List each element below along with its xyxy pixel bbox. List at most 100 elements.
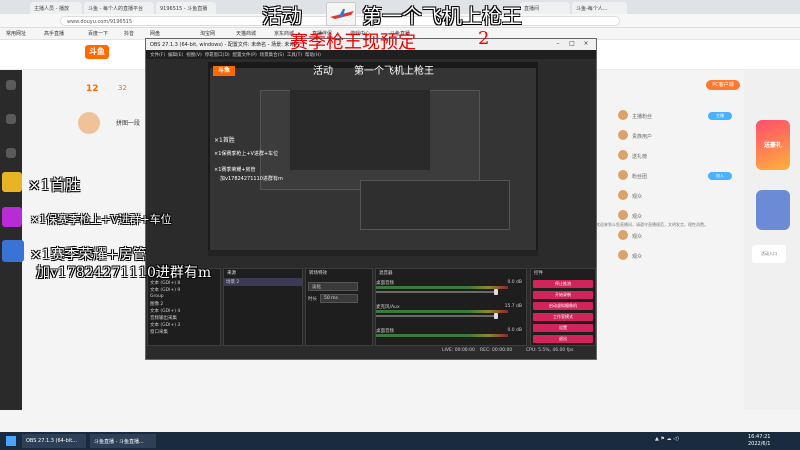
menu-item[interactable]: 停靠窗口(D) — [205, 53, 230, 58]
duration-input[interactable]: 50 ms — [320, 294, 358, 303]
viewer-name: 送礼榜 — [632, 154, 648, 160]
trophy-icon — [2, 172, 22, 192]
bookmark-item[interactable]: 抖音 — [124, 30, 134, 37]
pane-title: 控件 — [534, 271, 543, 276]
level-number: 12 — [86, 84, 99, 94]
source-item[interactable]: Group — [150, 294, 164, 299]
list-item[interactable]: 粉丝团 加入 — [592, 170, 742, 184]
status-badge: 主播 — [708, 112, 732, 120]
side-widget[interactable]: 活动入口 — [752, 245, 786, 263]
transitions-pane — [305, 268, 373, 346]
bookmark-item[interactable]: 天猫商城 — [236, 30, 256, 37]
browser-tab[interactable]: 主播人员 - 播放 — [30, 2, 82, 14]
overlay-contact: 加v17824271110进群有m — [36, 265, 212, 281]
volume-slider[interactable] — [376, 291, 496, 293]
browser-tab[interactable]: 斗鱼 - 每个人的直播平台 — [84, 2, 154, 14]
scene-item-label: 场景 2 — [226, 280, 240, 285]
bookmark-item[interactable]: 常用网址 — [6, 30, 26, 37]
bookmark-item[interactable]: 百度一下 — [88, 30, 108, 37]
virtual-camera-button[interactable]: 启动虚拟摄像机 — [533, 302, 593, 310]
viewer-name: 观众 — [632, 234, 643, 240]
list-item[interactable]: 观众 — [592, 230, 742, 244]
source-item[interactable]: 音频输出采集 — [150, 315, 177, 321]
browser-tab[interactable]: 直播间 — [520, 2, 570, 14]
start-icon[interactable] — [6, 436, 16, 446]
list-item[interactable]: 主播粉丝 主播 — [592, 110, 742, 124]
start-recording-button[interactable]: 开始录制 — [533, 291, 593, 299]
exit-button[interactable]: 退出 — [533, 335, 593, 343]
overlay-item: ×1赛季荣耀+房管 — [30, 247, 147, 263]
obs-status-bar: LIVE: 00:00:00 REC: 00:00:00 CPU: 5.5%, … — [146, 346, 596, 355]
rec-status: REC: 00:00:00 — [480, 348, 513, 353]
pane-title: 转场特效 — [309, 271, 327, 276]
source-item[interactable]: 文本 (GDI+) 4 — [150, 308, 180, 314]
live-status: LIVE: 00:00:00 — [442, 348, 475, 353]
taskbar-app-obs[interactable]: OBS 27.1.3 (64-bit... — [22, 434, 86, 448]
source-item[interactable]: 窗口采集 — [150, 329, 168, 335]
nav-item[interactable] — [3, 80, 19, 92]
transition-select[interactable]: 淡化 — [308, 282, 358, 291]
slider-handle[interactable] — [494, 313, 498, 319]
avatar — [618, 190, 628, 200]
menu-item[interactable]: 场景集合(S) — [260, 53, 284, 58]
clock[interactable]: 16:47:21 2022/6/1 — [748, 434, 770, 448]
nested-preview-inner — [290, 90, 430, 170]
viewer-name: 观众 — [632, 254, 643, 260]
close-icon[interactable]: × — [582, 40, 590, 48]
bookmark-item[interactable]: 网盘 — [150, 30, 160, 37]
mixer-db: 0.0 dB — [507, 328, 522, 333]
menu-item[interactable]: 文件(F) — [150, 53, 165, 58]
overlay-item: ×1保赛季枪上+V进群+车位 — [30, 213, 172, 226]
studio-mode-button[interactable]: 工作室模式 — [533, 313, 593, 321]
maximize-icon[interactable]: □ — [568, 40, 576, 48]
nested-mixer — [360, 180, 510, 230]
preview-bottom — [208, 250, 538, 256]
follow-icon — [6, 148, 16, 158]
slider-handle[interactable] — [494, 289, 498, 295]
browser-tab[interactable]: 9196515 - 斗鱼直播 — [156, 2, 216, 14]
overlay-subheadline: 赛季枪王现预定 — [290, 32, 416, 53]
avatar — [618, 150, 628, 160]
stop-streaming-button[interactable]: 停止推流 — [533, 280, 593, 288]
list-item[interactable]: 送礼榜 — [592, 150, 742, 164]
avatar — [618, 130, 628, 140]
avatar — [618, 250, 628, 260]
menu-item[interactable]: 配置文件(P) — [233, 53, 257, 58]
list-item[interactable]: 贵族用户 — [592, 130, 742, 144]
mixer-db: 0.0 dB — [507, 280, 522, 285]
promo-banner[interactable]: 送豪礼 — [756, 120, 790, 170]
rocket-icon — [2, 240, 24, 262]
bookmark-item[interactable]: 淘宝网 — [200, 30, 215, 37]
douyu-logo[interactable]: 斗鱼 — [85, 45, 109, 59]
minimize-icon[interactable]: – — [554, 40, 562, 48]
nav-item[interactable] — [3, 148, 19, 160]
room-title: 拼图一段 — [116, 120, 141, 127]
mixer-db: 15.7 dB — [504, 304, 522, 309]
download-pc-button[interactable]: PC客户端 — [706, 80, 740, 90]
browser-tab[interactable]: 斗鱼-每个人... — [572, 2, 627, 14]
system-tray: ▲ ⚑ ☁ ◁) — [655, 436, 679, 442]
nav-item[interactable] — [3, 114, 19, 126]
inner-logo: 斗鱼 — [213, 66, 235, 76]
menu-item[interactable]: 编辑(E) — [168, 53, 183, 58]
category-icon — [6, 114, 16, 124]
clock-date: 2022/6/1 — [748, 441, 771, 447]
scene-item-selected[interactable]: 场景 2 — [224, 278, 302, 286]
source-item[interactable]: 文本 (GDI+) 9 — [150, 287, 180, 293]
source-item[interactable]: 文本 (GDI+) 3 — [150, 322, 180, 328]
plane-icon — [326, 2, 356, 26]
inner-overlay-text: 第一个飞机上枪王 — [354, 66, 434, 77]
rank-icon — [2, 207, 22, 227]
bookmark-item[interactable]: 高手直播 — [44, 30, 64, 37]
promo-banner[interactable] — [756, 190, 790, 230]
taskbar-app-browser[interactable]: 斗鱼直播 - 斗鱼直播... — [90, 434, 156, 448]
pane-title: 混音器 — [379, 271, 393, 276]
list-item[interactable]: 观众 — [592, 250, 742, 264]
viewer-name: 主播粉丝 — [632, 114, 653, 120]
list-item[interactable]: 观众 — [592, 190, 742, 204]
volume-slider[interactable] — [376, 315, 496, 317]
source-item[interactable]: 图像 2 — [150, 301, 163, 307]
streamer-avatar[interactable] — [78, 112, 100, 134]
settings-button[interactable]: 设置 — [533, 324, 593, 332]
menu-item[interactable]: 视图(V) — [186, 53, 202, 58]
